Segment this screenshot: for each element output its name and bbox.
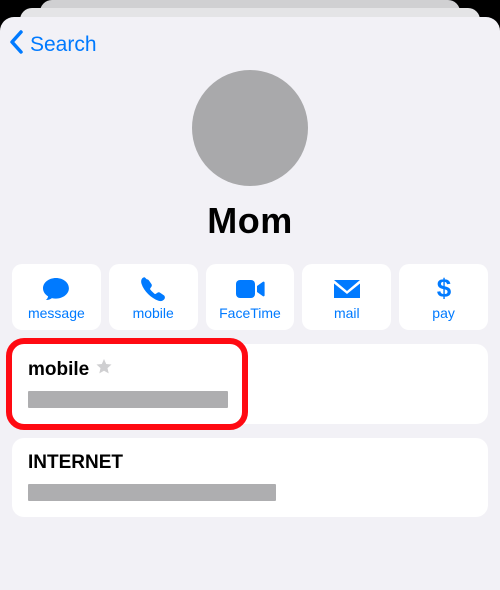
phone-icon	[140, 275, 166, 303]
mail-icon	[333, 275, 361, 303]
facetime-button[interactable]: FaceTime	[206, 264, 295, 330]
dollar-icon: $	[436, 275, 452, 303]
field-label: mobile	[28, 359, 89, 381]
star-icon	[95, 358, 113, 381]
fields: mobile INTERNET	[0, 344, 500, 517]
field-header: mobile	[28, 358, 472, 381]
field-label: INTERNET	[28, 452, 123, 474]
phone-mobile-field[interactable]: mobile	[12, 344, 488, 424]
nav-back-label: Search	[30, 33, 97, 57]
internet-value-redacted	[28, 484, 276, 501]
field-header: INTERNET	[28, 452, 472, 474]
phone-value-redacted	[28, 391, 228, 408]
action-label: message	[28, 305, 85, 321]
message-icon	[41, 275, 71, 303]
action-label: mail	[334, 305, 360, 321]
action-label: pay	[432, 305, 455, 321]
action-label: mobile	[133, 305, 174, 321]
message-button[interactable]: message	[12, 264, 101, 330]
pay-button[interactable]: $ pay	[399, 264, 488, 330]
highlight-annotation	[6, 338, 248, 430]
contact-sheet: Search Mom message mobile FaceTime	[0, 17, 500, 590]
action-label: FaceTime	[219, 305, 281, 321]
chevron-left-icon	[8, 29, 26, 60]
phone-internet-field[interactable]: INTERNET	[12, 438, 488, 517]
avatar[interactable]	[192, 70, 308, 186]
contact-name: Mom	[207, 200, 293, 242]
profile-header: Mom	[0, 70, 500, 242]
action-row: message mobile FaceTime mail $ pay	[0, 264, 500, 330]
video-icon	[235, 275, 265, 303]
mail-button[interactable]: mail	[302, 264, 391, 330]
call-button[interactable]: mobile	[109, 264, 198, 330]
nav-back[interactable]: Search	[0, 17, 500, 68]
svg-text:$: $	[436, 275, 451, 303]
